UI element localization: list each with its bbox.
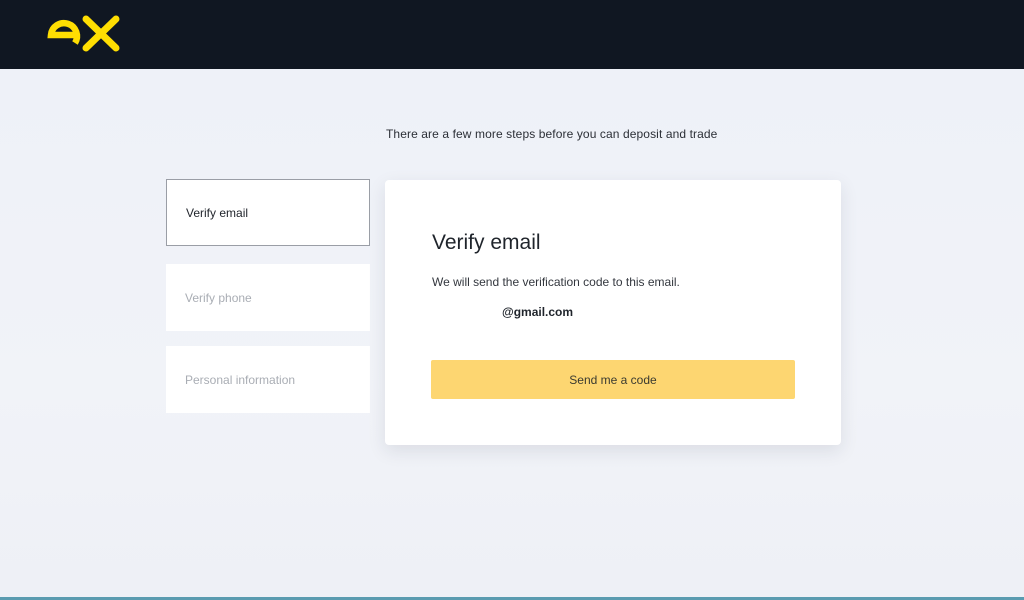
email-address: @gmail.com <box>502 305 574 319</box>
step-verify-email[interactable]: Verify email <box>166 179 370 246</box>
step-label: Verify phone <box>185 290 252 305</box>
step-label: Verify email <box>186 205 249 220</box>
verify-email-card: Verify email We will send the verificati… <box>385 180 841 445</box>
card-title: Verify email <box>432 231 541 254</box>
exness-logo-icon[interactable] <box>46 10 120 54</box>
step-label: Personal information <box>185 372 296 387</box>
intro-text: There are a few more steps before you ca… <box>386 127 718 141</box>
card-description: We will send the verification code to th… <box>432 275 680 289</box>
step-personal-information[interactable]: Personal information <box>166 346 370 413</box>
step-verify-phone[interactable]: Verify phone <box>166 264 370 331</box>
top-header <box>0 0 1024 69</box>
send-code-button[interactable]: Send me a code <box>431 360 795 399</box>
